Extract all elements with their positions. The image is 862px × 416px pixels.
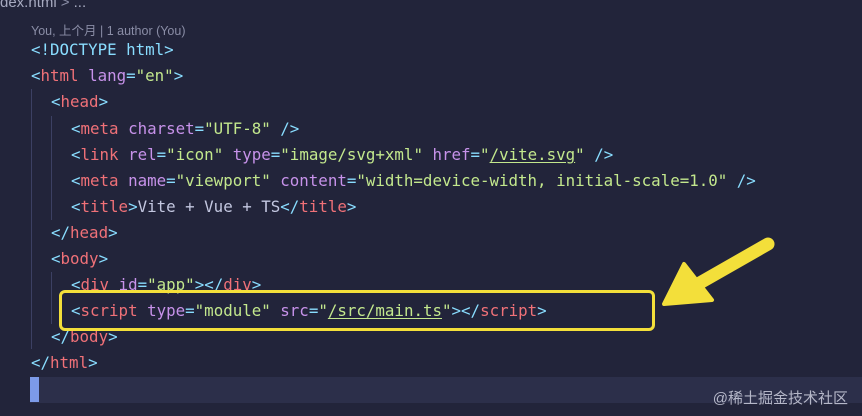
attr-lang: lang — [88, 66, 127, 85]
indent-guide — [51, 272, 52, 324]
html-tag: html — [40, 66, 79, 85]
viewport-name-value: "viewport" — [175, 171, 271, 190]
code-line-link-icon[interactable]: <link rel="icon" type="image/svg+xml" hr… — [71, 142, 613, 168]
head-tag: head — [60, 92, 99, 111]
breadcrumb[interactable]: dex.html > ... — [0, 0, 86, 12]
type-value: "image/svg+xml" — [280, 145, 423, 164]
doctype-declaration: <!DOCTYPE html> — [31, 40, 174, 59]
text-cursor — [30, 377, 39, 402]
annotation-arrow-icon — [662, 237, 775, 306]
breadcrumb-file[interactable]: dex.html — [0, 0, 57, 11]
code-line-meta-viewport[interactable]: <meta name="viewport" content="width=dev… — [71, 168, 756, 194]
title-text: Vite + Vue + TS — [137, 197, 281, 216]
indent-guide — [31, 89, 32, 349]
rel-value: "icon" — [166, 145, 224, 164]
code-line-doctype[interactable]: <!DOCTYPE html> — [31, 37, 174, 63]
breadcrumb-separator: > — [60, 0, 70, 11]
charset-value: "UTF-8" — [204, 119, 271, 138]
code-line-meta-charset[interactable]: <meta charset="UTF-8" /> — [71, 116, 299, 142]
lang-value: "en" — [135, 66, 174, 85]
code-line-body-open[interactable]: <body> — [51, 246, 108, 272]
code-line-head-close[interactable]: </head> — [51, 220, 118, 246]
viewport-content-value: "width=device-width, initial-scale=1.0" — [356, 171, 728, 190]
code-line-html-open[interactable]: <html lang="en"> — [31, 63, 183, 89]
code-line-head-open[interactable]: <head> — [51, 89, 108, 115]
href-link[interactable]: /vite.svg — [490, 145, 576, 164]
indent-guide — [51, 116, 52, 220]
code-line-html-close[interactable]: </html> — [31, 350, 98, 376]
breadcrumb-more[interactable]: ... — [74, 0, 87, 11]
code-line-title[interactable]: <title>Vite + Vue + TS</title> — [71, 194, 356, 220]
annotation-highlight-box — [59, 290, 655, 331]
watermark: @稀土掘金技术社区 — [712, 390, 848, 407]
